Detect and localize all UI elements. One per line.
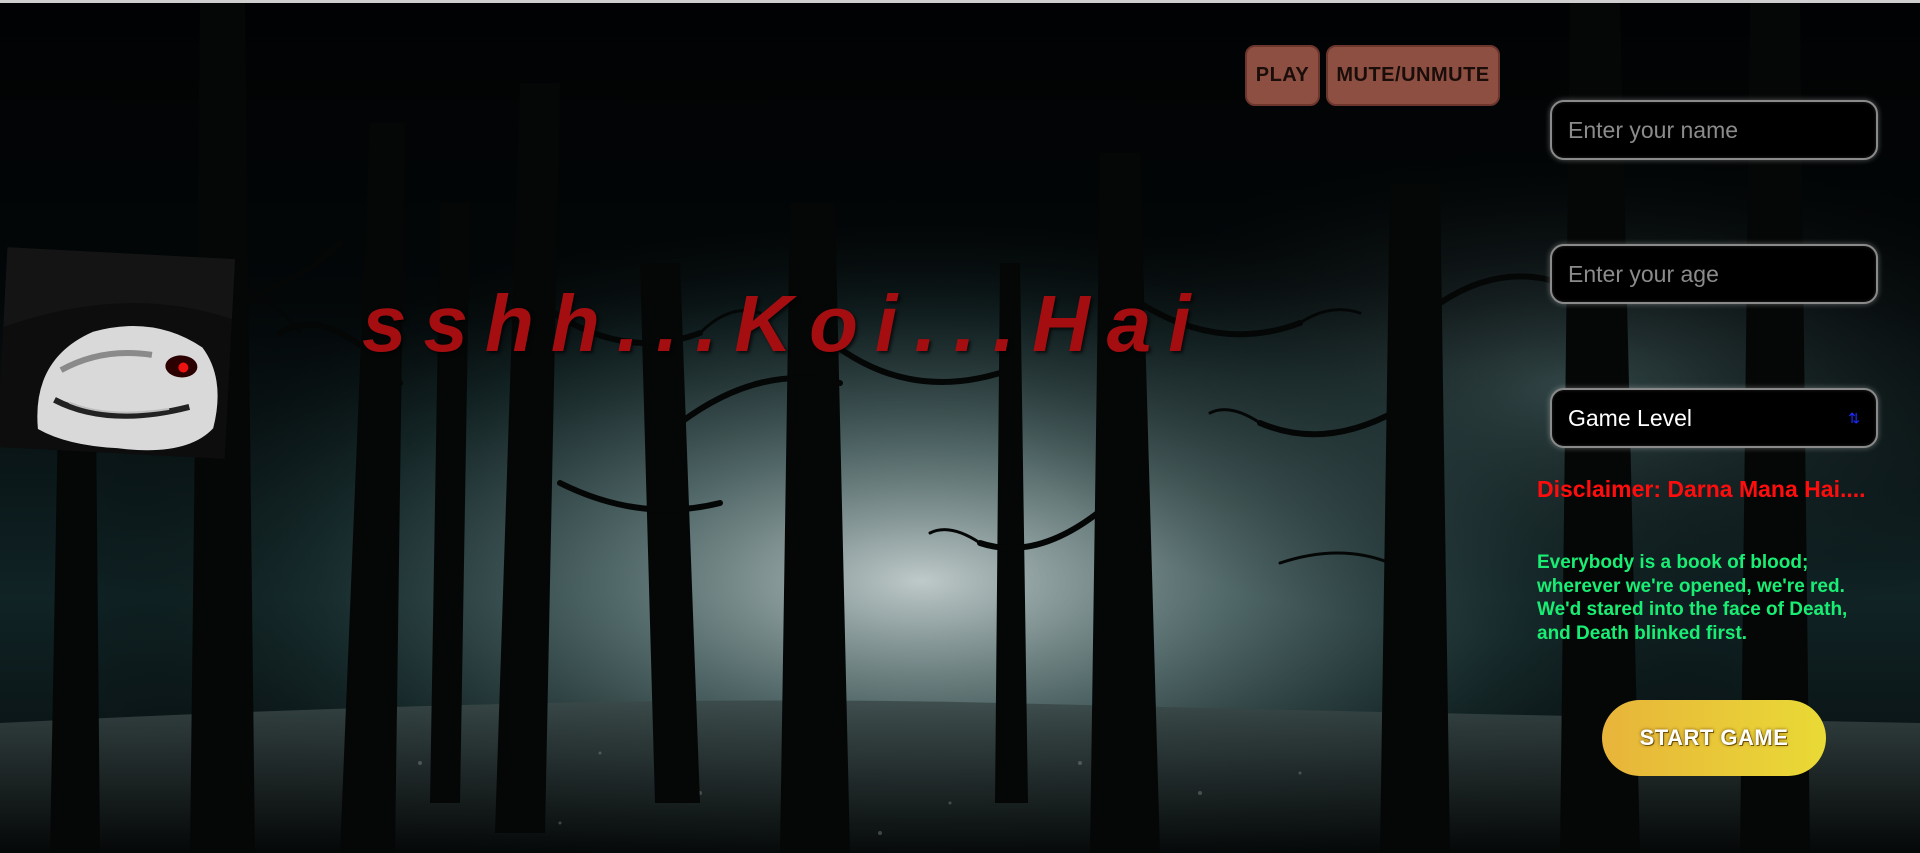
- chevron-updown-icon: ⇅: [1848, 409, 1860, 426]
- game-level-select[interactable]: Game Level ⇅: [1550, 388, 1878, 448]
- quote-line: Everybody is a book of blood;: [1537, 552, 1809, 573]
- disclaimer-text: Disclaimer: Darna Mana Hai....: [1537, 476, 1866, 502]
- start-game-button[interactable]: START GAME: [1602, 700, 1826, 776]
- quote-line: We'd stared into the face of Death,: [1537, 599, 1848, 620]
- game-title: sshh...Koi...Hai: [362, 279, 1208, 368]
- play-button[interactable]: PLAY: [1245, 45, 1320, 106]
- game-level-selected: Game Level: [1568, 404, 1693, 431]
- ghost-face-image: [0, 247, 236, 459]
- quote-line: wherever we're opened, we're red.: [1537, 575, 1845, 597]
- age-input[interactable]: [1550, 244, 1878, 304]
- name-input[interactable]: [1550, 100, 1878, 160]
- mute-unmute-button[interactable]: MUTE/UNMUTE: [1326, 45, 1500, 106]
- quote-block: Everybody is a book of blood; wherever w…: [1537, 551, 1897, 645]
- quote-line: and Death blinked first.: [1537, 622, 1748, 644]
